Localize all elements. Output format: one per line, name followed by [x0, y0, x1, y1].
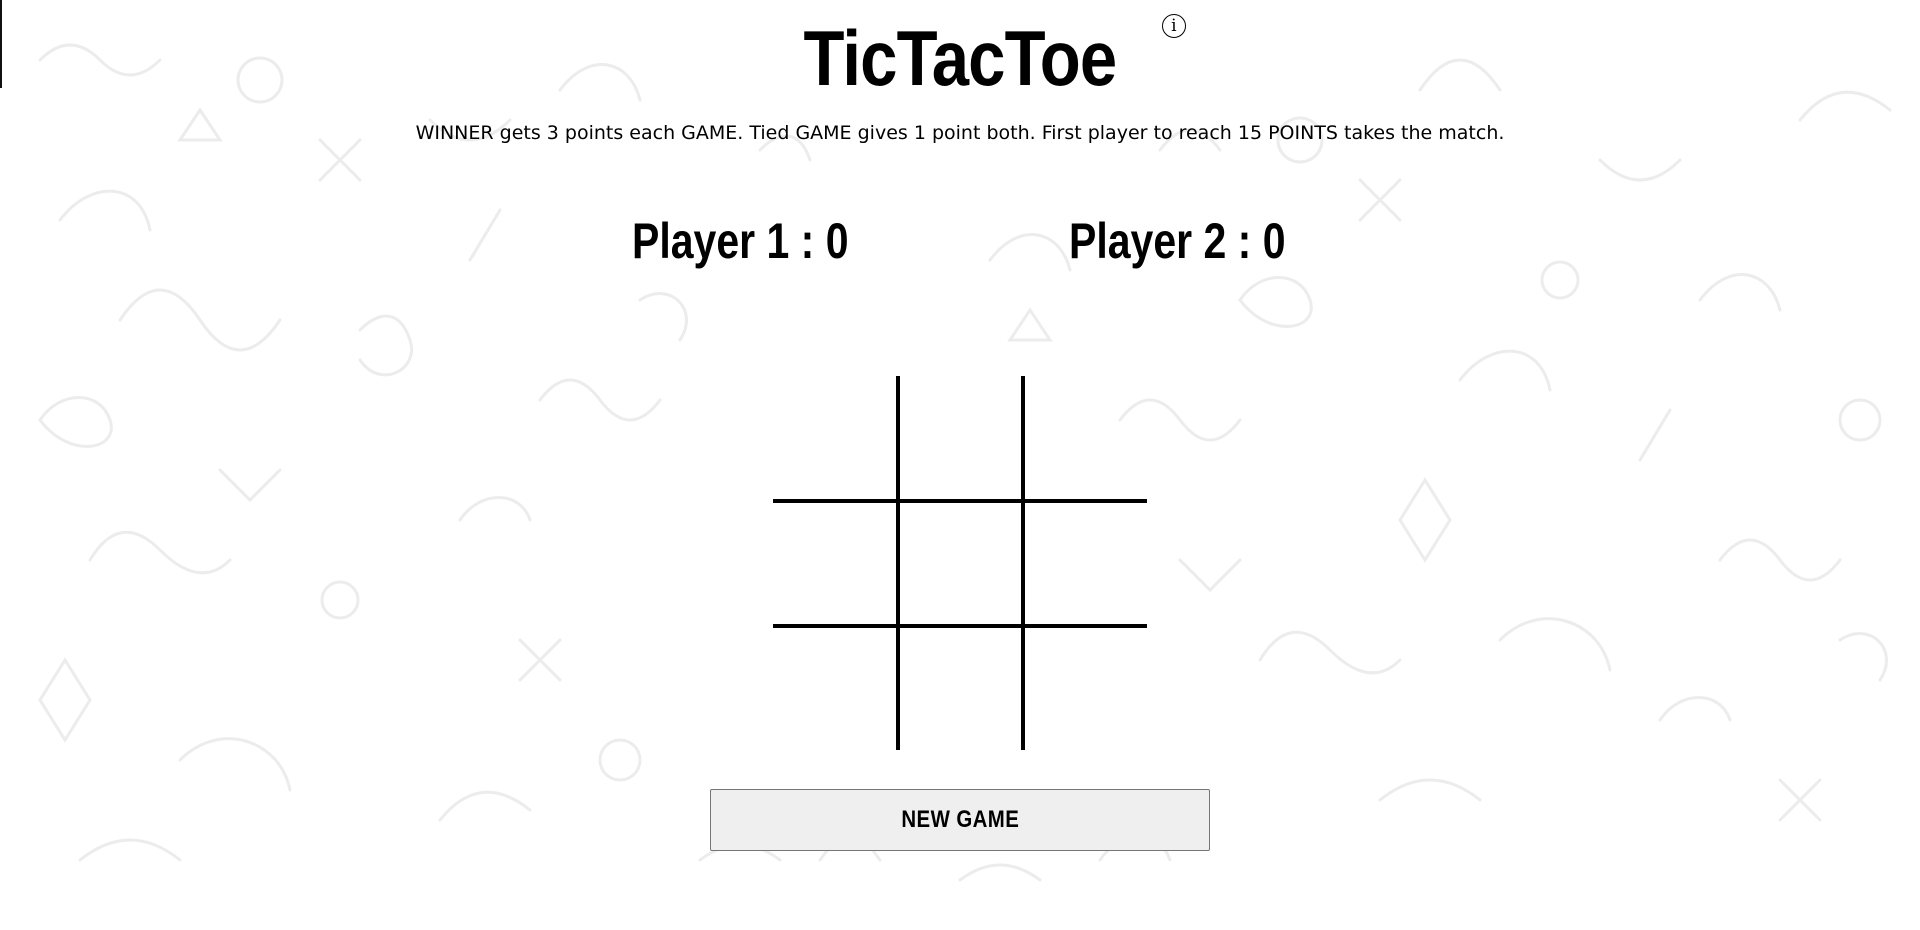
game-board — [773, 376, 1147, 750]
page-title: TicTacToe — [803, 14, 1118, 102]
board-cell[interactable] — [898, 626, 1022, 750]
header: TicTacToe i — [0, 12, 1920, 104]
board-cell[interactable] — [773, 501, 897, 625]
grid-line-vertical-1 — [896, 376, 900, 750]
info-icon[interactable]: i — [1161, 14, 1186, 38]
title-wrap: TicTacToe i — [778, 12, 1186, 104]
player2-score: Player 2 : 0 — [1069, 213, 1286, 269]
board-cell[interactable] — [898, 376, 1022, 500]
grid-line-vertical-2 — [1021, 376, 1025, 750]
board-cell[interactable] — [773, 376, 897, 500]
new-game-button[interactable]: NEW GAME — [710, 789, 1210, 851]
new-game-label: NEW GAME — [901, 806, 1019, 833]
board-cell[interactable] — [773, 626, 897, 750]
board-cell[interactable] — [898, 501, 1022, 625]
player1-score: Player 1 : 0 — [632, 213, 849, 269]
grid-line-horizontal-2 — [773, 624, 1147, 628]
grid-line-horizontal-1 — [773, 499, 1147, 503]
rules-text: WINNER gets 3 points each GAME. Tied GAM… — [415, 122, 1505, 144]
board-cell[interactable] — [1023, 376, 1147, 500]
board-cell[interactable] — [1023, 501, 1147, 625]
board-cell[interactable] — [1023, 626, 1147, 750]
